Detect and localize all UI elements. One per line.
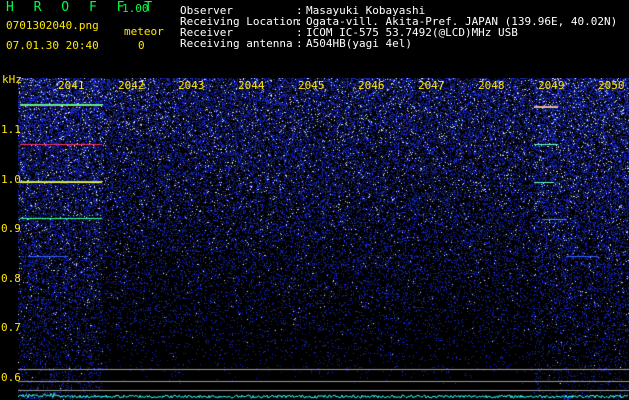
spectrogram-canvas [18, 78, 629, 400]
y-tick-label: 0.8 [1, 272, 21, 285]
hrofft-window: H R O F F T 1.00 0701302040.png 07.01.30… [0, 0, 629, 400]
app-version: 1.00 [122, 2, 149, 15]
station-info-labels: Observer Receiving Location Receiver Rec… [180, 5, 299, 49]
x-tick-label: 2043 [178, 79, 205, 92]
station-info-values: Masayuki Kobayashi Ogata-vill. Akita-Pre… [306, 5, 617, 49]
file-name: 0701302040.png [6, 19, 99, 32]
file-datetime: 07.01.30 20:40 [6, 39, 99, 52]
meteor-count: 0 [138, 39, 145, 52]
y-tick-label: 1.1 [1, 123, 21, 136]
station-info-separators: : : : : [296, 5, 303, 49]
x-tick-label: 2049 [538, 79, 565, 92]
axis-unit-label: kHz [2, 73, 22, 86]
x-tick-label: 2048 [478, 79, 505, 92]
x-tick-label: 2045 [298, 79, 325, 92]
antenna-value: A504HB(yagi 4el) [306, 37, 412, 50]
x-tick-label: 2047 [418, 79, 445, 92]
y-tick-label: 0.7 [1, 321, 21, 334]
x-tick-label: 2041 [58, 79, 85, 92]
meteor-label: meteor [124, 25, 164, 38]
y-tick-label: 0.9 [1, 222, 21, 235]
y-tick-label: 1.0 [1, 173, 21, 186]
x-tick-label: 2050 [598, 79, 625, 92]
x-tick-label: 2046 [358, 79, 385, 92]
y-tick-label: 0.6 [1, 371, 21, 384]
antenna-label: Receiving antenna [180, 37, 293, 50]
x-tick-label: 2042 [118, 79, 145, 92]
x-tick-label: 2044 [238, 79, 265, 92]
antenna-separator: : [296, 37, 303, 50]
